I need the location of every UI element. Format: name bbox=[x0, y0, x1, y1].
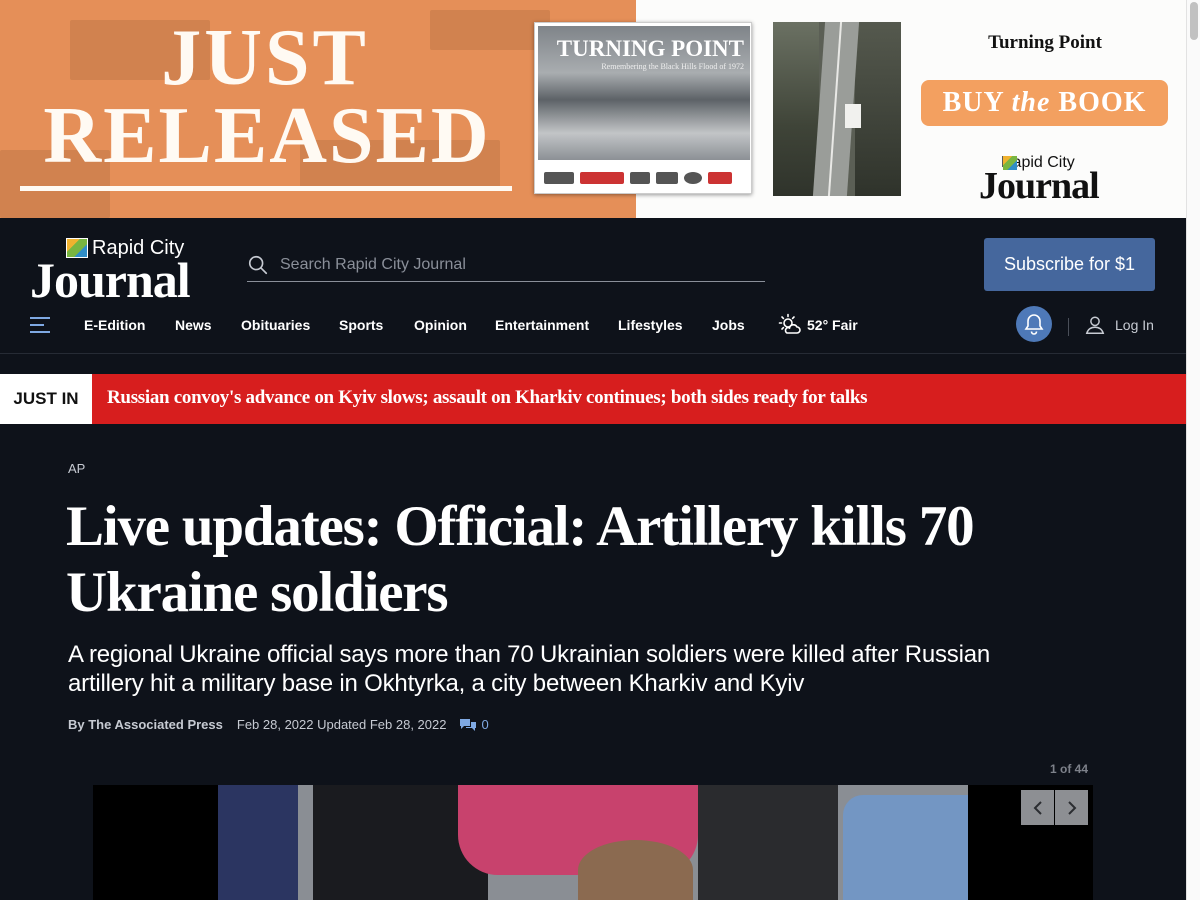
login-label: Log In bbox=[1115, 317, 1154, 333]
nav-item-sports[interactable]: Sports bbox=[339, 317, 383, 333]
subscribe-button[interactable]: Subscribe for $1 bbox=[984, 238, 1155, 291]
nav-divider bbox=[1068, 318, 1069, 336]
notifications-button[interactable] bbox=[1016, 306, 1052, 342]
byline-author[interactable]: By The Associated Press bbox=[68, 717, 223, 732]
aerial-flood-photo bbox=[773, 22, 901, 196]
gallery-next-button[interactable] bbox=[1055, 790, 1088, 825]
book-cover: TURNING POINT Remembering the Black Hill… bbox=[534, 22, 752, 194]
user-icon bbox=[1085, 316, 1105, 334]
breaking-news-bar[interactable]: JUST IN Russian convoy's advance on Kyiv… bbox=[0, 374, 1186, 424]
breaking-headline-link[interactable]: Russian convoy's advance on Kyiv slows; … bbox=[107, 374, 867, 424]
weather-widget[interactable]: 52° Fair bbox=[778, 313, 858, 337]
gallery-counter: 1 of 44 bbox=[1050, 762, 1089, 776]
nav-item-e-edition[interactable]: E-Edition bbox=[84, 317, 145, 333]
hamburger-icon[interactable] bbox=[30, 317, 50, 333]
partly-sunny-icon bbox=[778, 313, 801, 334]
buy-the-book-button[interactable]: BUY the BOOK bbox=[921, 80, 1168, 126]
ad-rule bbox=[20, 186, 512, 191]
search-input[interactable] bbox=[280, 255, 750, 274]
scrollbar-thumb[interactable] bbox=[1190, 2, 1198, 40]
advertisement-banner[interactable]: JUST RELEASED TURNING POINT Remembering … bbox=[0, 0, 1186, 218]
bell-icon bbox=[1024, 314, 1044, 335]
nav-item-entertainment[interactable]: Entertainment bbox=[495, 317, 589, 333]
main-nav: E-Edition News Obituaries Sports Opinion… bbox=[0, 304, 1186, 348]
journal-mark-icon bbox=[1003, 156, 1017, 170]
book-sponsor-logos bbox=[538, 163, 750, 192]
book-subtitle: Remembering the Black Hills Flood of 197… bbox=[601, 62, 744, 71]
nav-item-obituaries[interactable]: Obituaries bbox=[241, 317, 310, 333]
article-kicker[interactable]: AP bbox=[68, 461, 85, 476]
book-title: TURNING POINT bbox=[556, 36, 744, 61]
book-cover-photo: TURNING POINT Remembering the Black Hill… bbox=[538, 26, 750, 160]
nav-item-lifestyles[interactable]: Lifestyles bbox=[618, 317, 683, 333]
weather-label: 52° Fair bbox=[807, 317, 858, 333]
chevron-left-icon bbox=[1033, 800, 1042, 815]
nav-item-jobs[interactable]: Jobs bbox=[712, 317, 745, 333]
comments-link[interactable]: 0 bbox=[459, 717, 489, 732]
login-link[interactable]: Log In bbox=[1084, 314, 1154, 336]
byline-dates: Feb 28, 2022 Updated Feb 28, 2022 bbox=[236, 717, 447, 732]
ad-side-title: Turning Point bbox=[988, 32, 1102, 53]
gallery-controls bbox=[1021, 790, 1088, 825]
article-headline: Live updates: Official: Artillery kills … bbox=[66, 495, 975, 624]
ad-headline-line2: RELEASED bbox=[43, 92, 491, 180]
nav-item-news[interactable]: News bbox=[175, 317, 212, 333]
article-summary: A regional Ukraine official says more th… bbox=[68, 641, 991, 697]
search-icon[interactable] bbox=[247, 254, 269, 276]
ad-headline-line1: JUST bbox=[161, 14, 369, 102]
gallery-prev-button[interactable] bbox=[1021, 790, 1054, 825]
just-in-label: JUST IN bbox=[0, 374, 92, 424]
article-photo-gallery[interactable] bbox=[93, 785, 1093, 900]
page-scrollbar[interactable] bbox=[1186, 0, 1200, 900]
header-divider bbox=[0, 353, 1186, 354]
site-header: Rapid City Journal Subscribe for $1 E-Ed… bbox=[0, 218, 1186, 354]
gallery-photo bbox=[218, 785, 968, 900]
comments-icon bbox=[460, 718, 477, 731]
chevron-right-icon bbox=[1067, 800, 1076, 815]
ad-journal-logo: Rapid City Journal bbox=[979, 154, 1100, 207]
article-byline: By The Associated Press Feb 28, 2022 Upd… bbox=[68, 717, 489, 732]
nav-item-opinion[interactable]: Opinion bbox=[414, 317, 467, 333]
journal-mark-icon bbox=[66, 238, 88, 258]
search-bar[interactable] bbox=[247, 248, 765, 282]
comment-count: 0 bbox=[481, 717, 489, 732]
site-logo[interactable]: Rapid City Journal bbox=[30, 238, 220, 305]
